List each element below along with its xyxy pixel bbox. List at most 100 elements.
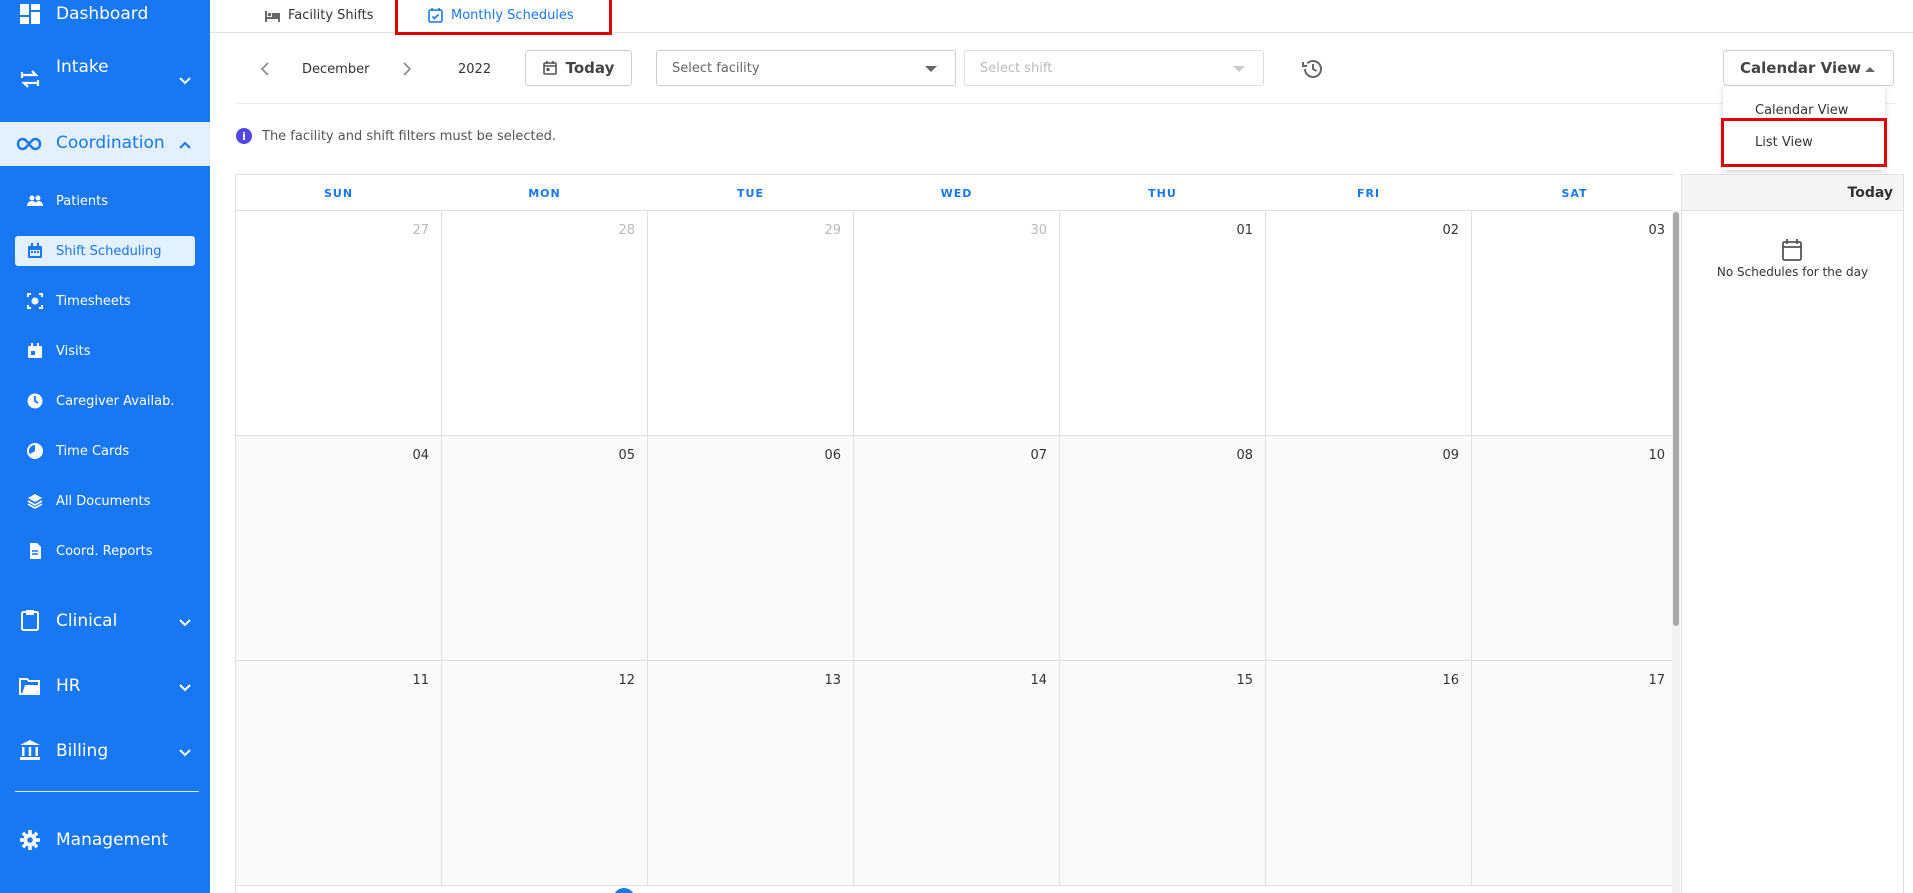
- next-month-button[interactable]: [398, 58, 416, 80]
- clipboard-icon: [21, 610, 39, 631]
- chevron-right-icon: [403, 62, 412, 76]
- calendar-day-number: 10: [1648, 448, 1665, 463]
- view-select-label: Calendar View: [1740, 59, 1862, 77]
- calendar-check-icon: [28, 343, 42, 358]
- weekday-header: SUN MON TUE WED THU FRI SAT: [236, 175, 1675, 211]
- prev-month-button[interactable]: [256, 58, 274, 80]
- calendar-day-cell[interactable]: 27: [236, 211, 442, 436]
- sidebar-item-coord-reports[interactable]: Coord. Reports: [15, 536, 195, 566]
- calendar-day-cell[interactable]: 28: [442, 211, 648, 436]
- caret-down-icon: [925, 66, 937, 72]
- calendar-day-cell[interactable]: 04: [236, 436, 442, 661]
- weekday-label: SUN: [323, 187, 354, 200]
- weekday-label: SAT: [1561, 187, 1588, 200]
- weekday-label: WED: [940, 187, 973, 200]
- bank-icon: [20, 740, 40, 760]
- today-panel-header: Today: [1682, 175, 1903, 211]
- sidebar-item-label: Timesheets: [56, 293, 131, 309]
- timesheet-icon: [27, 293, 43, 309]
- today-button-label: Today: [565, 59, 615, 77]
- weekday-label: THU: [1148, 187, 1177, 200]
- calendar-day-cell[interactable]: 07: [854, 436, 1060, 661]
- today-panel-title: Today: [1847, 185, 1893, 201]
- nav-management[interactable]: Management: [0, 828, 210, 852]
- today-panel: Today No Schedules for the day: [1681, 174, 1904, 893]
- chevron-left-icon: [260, 62, 269, 76]
- weekday-label: MON: [528, 187, 561, 200]
- calendar-day-cell[interactable]: 16: [1266, 661, 1472, 886]
- bed-icon: [265, 10, 280, 22]
- caret-down-icon: [1233, 66, 1245, 72]
- sidebar-item-shift-scheduling[interactable]: Shift Scheduling: [15, 236, 195, 266]
- swap-arrows-icon: [20, 70, 40, 88]
- nav-clinical[interactable]: Clinical: [0, 609, 210, 633]
- sidebar-item-label: Shift Scheduling: [56, 243, 162, 259]
- folder-icon: [19, 678, 40, 695]
- chevron-down-icon: [179, 619, 191, 627]
- calendar-day-cell[interactable]: 09: [1266, 436, 1472, 661]
- calendar-day-cell[interactable]: 10: [1472, 436, 1678, 661]
- calendar-day-number: 06: [824, 448, 841, 463]
- calendar-day-cell[interactable]: 15: [1060, 661, 1266, 886]
- calendar-day-number: 30: [1030, 223, 1047, 238]
- chevron-up-icon: [179, 141, 191, 149]
- calendar-day-number: 05: [618, 448, 635, 463]
- tab-facility-shifts[interactable]: Facility Shifts: [264, 0, 373, 30]
- calendar-icon: [542, 61, 557, 75]
- calendar-day-cell[interactable]: 14: [854, 661, 1060, 886]
- calendar-day-number: 17: [1648, 673, 1665, 688]
- calendar-day-cell[interactable]: 12: [442, 661, 648, 886]
- layers-icon: [27, 494, 43, 509]
- calendar-day-cell[interactable]: 29: [648, 211, 854, 436]
- calendar-scrollbar-thumb[interactable]: [1673, 212, 1679, 626]
- view-select[interactable]: Calendar View: [1723, 50, 1894, 86]
- sidebar-item-time-cards[interactable]: Time Cards: [15, 436, 195, 466]
- shift-select[interactable]: Select shift: [964, 50, 1264, 86]
- menu-item-calendar-view[interactable]: Calendar View: [1755, 103, 1848, 118]
- history-icon: [1302, 60, 1322, 78]
- calendar-icon: [1782, 239, 1802, 261]
- calendar-day-number: 01: [1236, 223, 1253, 238]
- calendar-day-number: 07: [1030, 448, 1047, 463]
- sidebar-item-timesheets[interactable]: Timesheets: [15, 286, 195, 316]
- calendar-day-number: 29: [824, 223, 841, 238]
- calendar-day-cell[interactable]: 05: [442, 436, 648, 661]
- calendar-day-cell[interactable]: 01: [1060, 211, 1266, 436]
- sidebar-item-label: Visits: [56, 343, 91, 359]
- sidebar-item-label: All Documents: [56, 493, 151, 509]
- nav-coordination[interactable]: Coordination: [0, 122, 210, 166]
- history-button[interactable]: [1300, 56, 1326, 82]
- calendar-day-cell[interactable]: 13: [648, 661, 854, 886]
- nav-billing[interactable]: Billing: [0, 739, 210, 763]
- sidebar-item-label: Coord. Reports: [56, 543, 153, 559]
- nav-hr[interactable]: HR: [0, 674, 210, 698]
- calendar-day-cell[interactable]: 11: [236, 661, 442, 886]
- sidebar-item-patients[interactable]: Patients: [15, 186, 195, 216]
- chevron-down-icon: [179, 77, 191, 85]
- sidebar-item-label: Caregiver Availab.: [56, 393, 175, 409]
- calendar-day-number: 04: [412, 448, 429, 463]
- nav-dashboard[interactable]: Dashboard: [0, 2, 210, 26]
- calendar-day-cell[interactable]: 03: [1472, 211, 1678, 436]
- calendar-day-number: 02: [1442, 223, 1459, 238]
- clock-icon: [27, 393, 43, 409]
- calendar-day-cell[interactable]: 30: [854, 211, 1060, 436]
- month-calendar: SUN MON TUE WED THU FRI SAT 27 28 29 30 01 02 03 04 05…: [235, 174, 1678, 893]
- today-button[interactable]: Today: [525, 50, 632, 86]
- sidebar-item-caregiver-availability[interactable]: Caregiver Availab.: [15, 386, 195, 416]
- highlight-box-list-view: [1721, 118, 1887, 167]
- sidebar: Dashboard Intake Coordination Patients S…: [0, 0, 210, 893]
- calendar-day-cell[interactable]: 06: [648, 436, 854, 661]
- calendar-day-number: 27: [412, 223, 429, 238]
- sidebar-item-visits[interactable]: Visits: [15, 336, 195, 366]
- nav-hr-label: HR: [56, 676, 81, 696]
- facility-select[interactable]: Select facility: [656, 50, 956, 86]
- calendar-day-cell[interactable]: 17: [1472, 661, 1678, 886]
- calendar-day-cell[interactable]: 08: [1060, 436, 1266, 661]
- nav-clinical-label: Clinical: [56, 611, 118, 631]
- facility-select-placeholder: Select facility: [672, 60, 760, 76]
- sidebar-item-all-documents[interactable]: All Documents: [15, 486, 195, 516]
- calendar-day-cell[interactable]: 02: [1266, 211, 1472, 436]
- calendar-day-number: 14: [1030, 673, 1047, 688]
- calendar-day-number: 12: [618, 673, 635, 688]
